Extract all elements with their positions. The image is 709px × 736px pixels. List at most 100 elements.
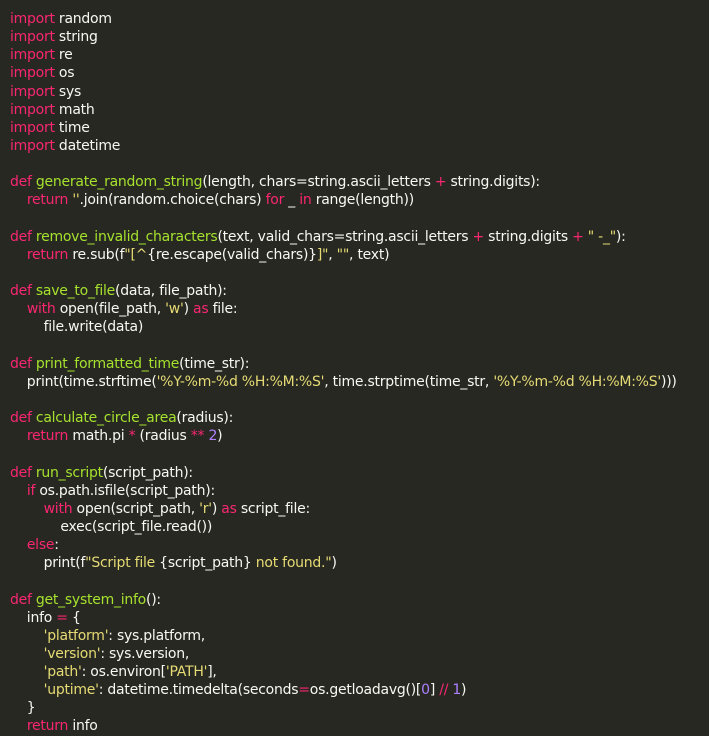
code-token: print_formatted_time xyxy=(35,355,180,372)
code-token: def xyxy=(10,283,32,300)
code-token: '%Y-%m-%d %H:%M:%S' xyxy=(493,373,661,390)
code-line: print(f"Script file {script_path} not fo… xyxy=(10,554,709,572)
code-line: with open(file_path, 'w') as file: xyxy=(10,300,709,318)
code-token: (data, file_path): xyxy=(115,283,227,300)
code-token: 'path' xyxy=(43,664,82,681)
code-token: import xyxy=(10,65,55,82)
code-line: print(time.strftime('%Y-%m-%d %H:%M:%S',… xyxy=(10,373,709,391)
code-line: import datetime xyxy=(10,137,709,155)
code-token: range(length)) xyxy=(311,192,414,209)
code-token: 'r' xyxy=(199,500,212,517)
code-line: return info xyxy=(10,717,709,735)
code-token: file: xyxy=(208,301,238,318)
code-token: save_to_file xyxy=(35,283,116,300)
code-token: info xyxy=(10,609,57,626)
code-token: (script_path): xyxy=(102,464,193,481)
code-token: + xyxy=(472,228,484,245)
code-line: import time xyxy=(10,119,709,137)
code-line: with open(script_path, 'r') as script_fi… xyxy=(10,500,709,518)
code-token: ) xyxy=(211,500,222,517)
code-token: remove_invalid_characters xyxy=(35,228,218,245)
code-token: 'PATH' xyxy=(165,664,208,681)
code-line: def run_script(script_path): xyxy=(10,464,709,482)
code-token: return xyxy=(26,192,69,209)
code-line: 'uptime': datetime.timedelta(seconds=os.… xyxy=(10,681,709,699)
code-token: , xyxy=(328,246,337,263)
code-token: + xyxy=(572,228,584,245)
code-token: file.write(data) xyxy=(10,319,144,336)
code-line: def print_formatted_time(time_str): xyxy=(10,355,709,373)
code-line: } xyxy=(10,699,709,717)
code-token: datetime xyxy=(54,137,121,154)
code-token: {script_path} xyxy=(159,555,252,572)
code-line: import random xyxy=(10,10,709,28)
code-token: import xyxy=(10,11,55,27)
code-token: 2 xyxy=(208,428,218,445)
code-token: return xyxy=(26,428,69,445)
code-token: as xyxy=(221,500,237,517)
code-token: _ xyxy=(284,192,300,209)
code-token: : datetime.timedelta(seconds xyxy=(98,682,299,699)
code-token: script_file: xyxy=(236,500,310,517)
code-token: , time.strptime(time_str, xyxy=(324,373,494,390)
code-line: if os.path.isfile(script_path): xyxy=(10,482,709,500)
code-token: sys xyxy=(54,83,82,100)
code-line: import re xyxy=(10,46,709,64)
code-token: re.sub(f xyxy=(68,246,125,263)
code-token: ): xyxy=(615,228,626,245)
code-token: time xyxy=(54,119,90,136)
code-token: .join(random.choice(chars) xyxy=(79,192,266,209)
code-token: import xyxy=(10,83,55,100)
code-token: "Script file xyxy=(85,555,160,572)
code-token: random xyxy=(54,11,112,27)
code-token: import xyxy=(10,137,55,154)
code-line: 'platform': sys.platform, xyxy=(10,627,709,645)
code-token: info xyxy=(68,718,98,735)
code-token: ) xyxy=(331,555,337,572)
code-token: def xyxy=(10,355,32,372)
code-token: open(script_path, xyxy=(72,500,200,517)
code-token: get_system_info xyxy=(35,591,146,608)
code-token: re xyxy=(54,47,73,64)
code-line: def remove_invalid_characters(text, vali… xyxy=(10,228,709,246)
code-token: ) xyxy=(461,682,467,699)
code-token: as xyxy=(193,301,209,318)
code-token: (): xyxy=(146,591,161,608)
code-token: , text) xyxy=(349,246,390,263)
code-token: with xyxy=(43,500,73,517)
code-token: 1 xyxy=(452,682,462,699)
code-line: import string xyxy=(10,28,709,46)
code-token: exec(script_file.read()) xyxy=(10,518,213,535)
code-token: (radius xyxy=(135,428,191,445)
code-line: return re.sub(f"[^{re.escape(valid_chars… xyxy=(10,246,709,264)
code-token: ) xyxy=(183,301,193,318)
code-token: ] xyxy=(429,682,440,699)
code-line: 'version': sys.version, xyxy=(10,645,709,663)
code-token: ], xyxy=(207,664,217,681)
code-token: import xyxy=(10,29,55,46)
code-line: import os xyxy=(10,64,709,82)
code-token: def xyxy=(10,410,32,427)
code-token: def xyxy=(10,228,32,245)
code-token: def xyxy=(10,464,32,481)
code-line: return ''.join(random.choice(chars) for … xyxy=(10,191,709,209)
code-token: def xyxy=(10,591,32,608)
code-token: + xyxy=(434,174,447,191)
code-token: "" xyxy=(336,246,350,263)
code-token: in xyxy=(299,192,312,209)
code-token: os.path.isfile(script_path): xyxy=(35,482,215,499)
code-token: os xyxy=(54,65,75,82)
code-editor[interactable]: import random import string import re impor… xyxy=(0,0,709,734)
